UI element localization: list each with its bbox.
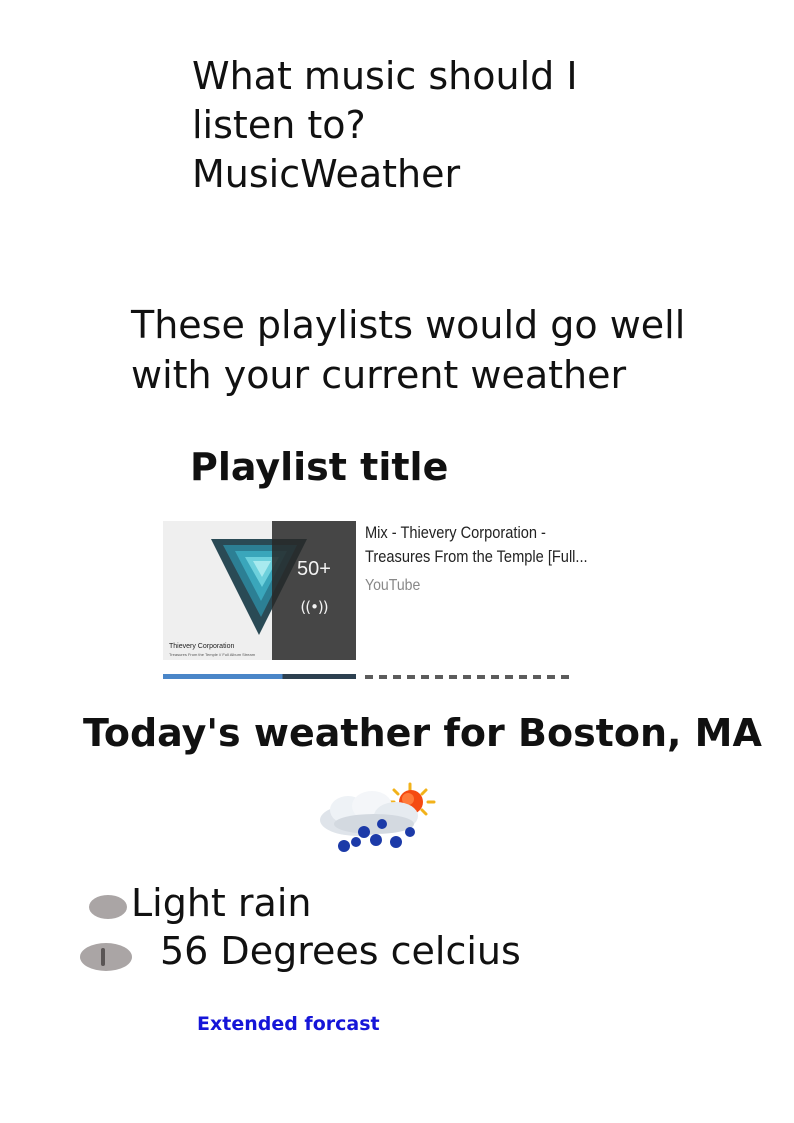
weather-condition: Light rain (131, 881, 312, 925)
playlist-overlay: 50+ ((•)) (272, 521, 356, 660)
bullet-icon (80, 943, 132, 971)
thumbnail-caption: Thievery Corporation (169, 643, 235, 650)
playlist-title: Playlist title (190, 445, 449, 489)
app-title: What music should I listen to? MusicWeat… (192, 52, 632, 199)
bullet-icon (89, 895, 127, 919)
video-title-line-2: Treasures From the Temple [Full... (365, 547, 588, 566)
extended-forecast-link[interactable]: Extended forcast (197, 1013, 380, 1035)
recommendation-intro: These playlists would go well with your … (131, 303, 686, 397)
thumbnail-subcaption: Treasures From the Temple // Full Album … (169, 652, 256, 657)
rain-cloud-sun-icon (320, 782, 436, 852)
broadcast-icon: ((•)) (300, 598, 328, 616)
weather-heading: Today's weather for Boston, MA (83, 711, 762, 755)
next-video-thumbnail[interactable] (163, 674, 356, 679)
next-video-title[interactable] (365, 675, 575, 679)
temperature-item: 56 Degrees celcius (80, 927, 680, 977)
condition-item: Light rain (87, 879, 687, 929)
video-title-line-1: Mix - Thievery Corporation - (365, 523, 546, 542)
video-source: YouTube (365, 577, 421, 594)
temperature-value: 56 Degrees celcius (160, 929, 521, 973)
playlist-card[interactable]: Thievery Corporation Treasures From the … (163, 519, 623, 679)
app-name: MusicWeather (192, 152, 461, 196)
title-line-2: listen to? (192, 103, 366, 147)
video-count: 50+ (297, 558, 331, 580)
title-line-1: What music should I (192, 54, 578, 98)
video-thumbnail[interactable]: Thievery Corporation Treasures From the … (163, 521, 356, 660)
video-title-link[interactable]: Mix - Thievery Corporation - Treasures F… (365, 521, 588, 569)
